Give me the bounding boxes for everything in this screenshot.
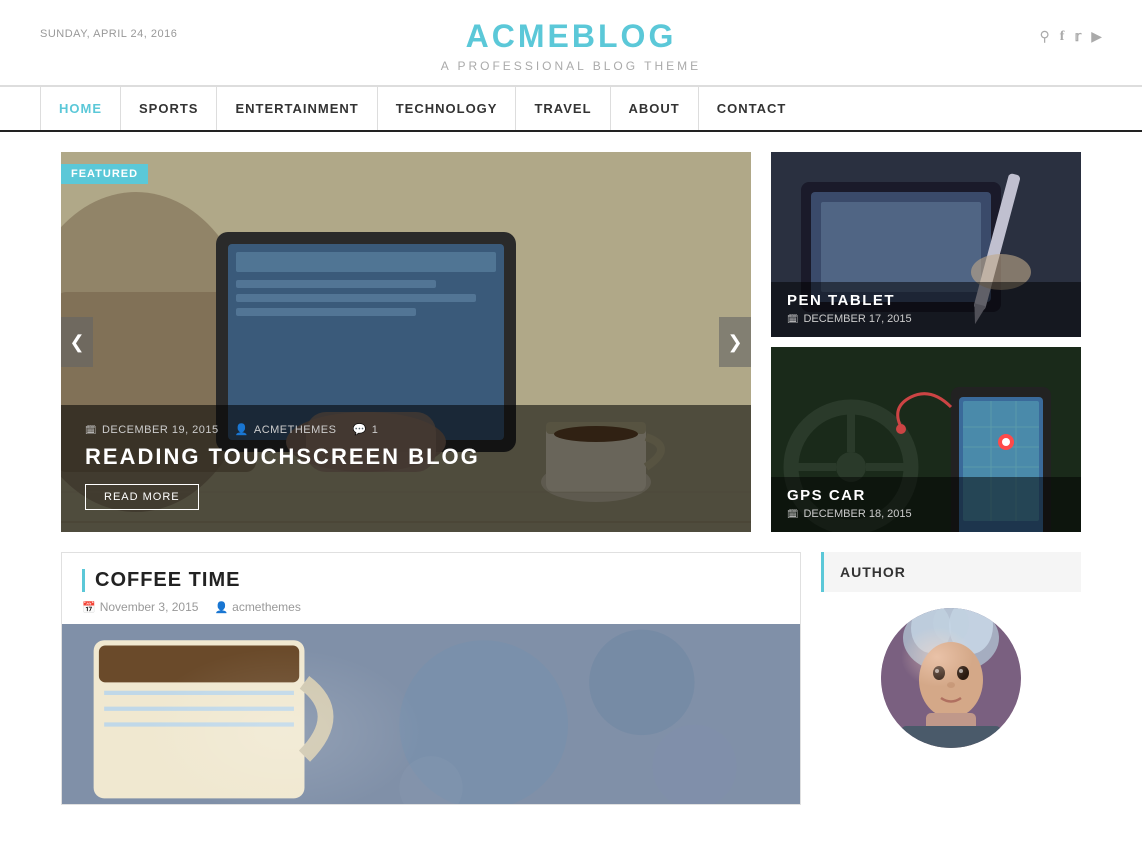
featured-badge: FEATURED [61,164,148,184]
calendar-icon: 🗓 [787,314,798,325]
slider-author: 👤 ACMETHEMES [235,423,337,436]
user-icon: 👤 [214,601,228,614]
site-tagline: A Professional Blog Theme [40,59,1102,73]
read-more-button[interactable]: READ MORE [85,484,199,510]
header-date: Sunday, April 24, 2016 [40,28,177,40]
site-logo: ACMEBLOG [40,18,1102,55]
calendar-icon [85,424,97,436]
twitter-icon[interactable]: 𝕣 [1074,28,1081,45]
nav-item-technology[interactable]: TECHNOLOGY [378,87,517,130]
card-pen-tablet-date: 🗓 DECEMBER 17, 2015 [787,313,1065,325]
header-social-icons: ⚲ f 𝕣 ▶ [1040,28,1103,45]
blog-post-title: COFFEE TIME [82,569,780,592]
blog-post-date: 📅 November 3, 2015 [82,600,198,614]
nav-item-travel[interactable]: TRAVEL [516,87,610,130]
user-icon: 👤 [235,423,249,436]
featured-slider: FEATURED [61,152,751,532]
card-gps-car[interactable]: GPS CAR 🗓 DECEMBER 18, 2015 [771,347,1081,532]
slider-overlay: DECEMBER 19, 2015 👤 ACMETHEMES 💬 1 READI… [61,405,751,532]
slider-meta: DECEMBER 19, 2015 👤 ACMETHEMES 💬 1 [85,423,727,436]
card-gps-car-date: 🗓 DECEMBER 18, 2015 [787,508,1065,520]
blog-post-image [62,624,800,804]
author-avatar [881,608,1021,748]
author-photo-container [821,608,1081,748]
nav-item-contact[interactable]: CONTACT [699,87,805,130]
main-content: FEATURED [21,132,1121,825]
nav-item-sports[interactable]: SPORTS [121,87,217,130]
nav-item-home[interactable]: HOME [40,87,121,130]
card-gps-car-title: GPS CAR [787,487,1065,504]
youtube-icon[interactable]: ▶ [1091,28,1102,45]
content-row: FEATURED [61,152,1081,532]
nav-item-about[interactable]: ABOUT [611,87,699,130]
nav-item-entertainment[interactable]: ENTERTAINMENT [217,87,377,130]
card-gps-car-overlay: GPS CAR 🗓 DECEMBER 18, 2015 [771,477,1081,532]
slider-title: READING TOUCHSCREEN BLOG [85,444,727,470]
site-header: Sunday, April 24, 2016 ACMEBLOG A Profes… [0,0,1142,87]
main-nav: HOME SPORTS ENTERTAINMENT TECHNOLOGY TRA… [0,87,1142,132]
slider-date: DECEMBER 19, 2015 [85,424,219,436]
blog-post-meta: 📅 November 3, 2015 👤 acmethemes [82,600,780,614]
comment-icon: 💬 [352,423,366,436]
card-pen-tablet-overlay: PEN TABLET 🗓 DECEMBER 17, 2015 [771,282,1081,337]
search-icon[interactable]: ⚲ [1040,28,1050,45]
calendar-icon: 🗓 [787,509,798,520]
blog-post-author: 👤 acmethemes [214,600,300,614]
blog-post-card: COFFEE TIME 📅 November 3, 2015 👤 acmethe… [61,552,801,805]
calendar-icon: 📅 [82,601,96,614]
slider-comments: 💬 1 [352,423,378,436]
slider-next-button[interactable]: ❯ [719,317,751,367]
widget-title: AUTHOR [821,552,1081,592]
facebook-icon[interactable]: f [1060,29,1065,45]
blog-post-header: COFFEE TIME 📅 November 3, 2015 👤 acmethe… [62,553,800,624]
sidebar-cards: PEN TABLET 🗓 DECEMBER 17, 2015 [771,152,1081,532]
slider-prev-button[interactable]: ❮ [61,317,93,367]
author-widget: AUTHOR [821,552,1081,805]
card-pen-tablet[interactable]: PEN TABLET 🗓 DECEMBER 17, 2015 [771,152,1081,337]
card-pen-tablet-title: PEN TABLET [787,292,1065,309]
second-row: COFFEE TIME 📅 November 3, 2015 👤 acmethe… [61,552,1081,805]
